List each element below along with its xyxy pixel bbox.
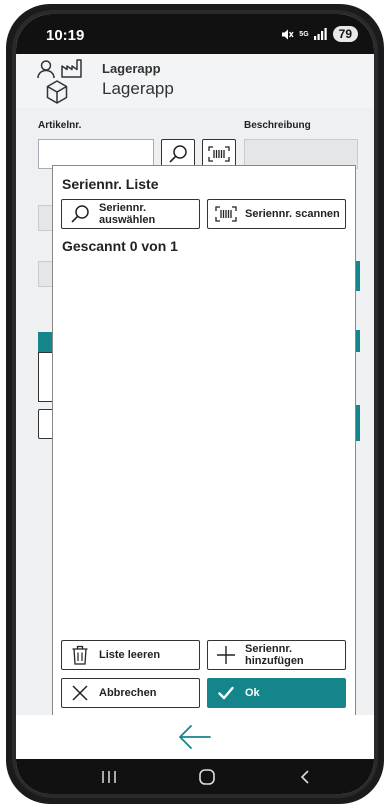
recent-apps-button[interactable] — [94, 766, 124, 788]
mute-icon — [282, 29, 294, 39]
system-back-button[interactable] — [290, 766, 320, 788]
serial-list — [61, 266, 347, 634]
app-title: Lagerapp — [102, 79, 174, 98]
app-header: Lagerapp Lagerapp — [16, 54, 374, 108]
phone-frame: 10:19 5G 79 Lagerapp Lagerapp Artikelnr.… — [6, 4, 384, 804]
add-serial-label-line1: Seriennr. — [245, 643, 293, 655]
network-type: 5G — [299, 30, 309, 38]
plus-icon — [215, 644, 237, 666]
app-title-small: Lagerapp — [102, 61, 161, 76]
select-serial-label-line2: auswählen — [99, 214, 156, 226]
battery-indicator: 79 — [332, 26, 358, 42]
ok-label: Ok — [245, 687, 260, 699]
dialog-title: Seriennr. Liste — [62, 176, 159, 192]
factory-icon[interactable] — [61, 58, 83, 78]
select-serial-label-line1: Seriennr. — [99, 202, 147, 214]
search-icon — [69, 203, 91, 225]
user-icon[interactable] — [36, 59, 56, 79]
screen: 10:19 5G 79 Lagerapp Lagerapp Artikelnr.… — [16, 14, 374, 794]
check-icon — [215, 682, 237, 704]
phone-bezel: 10:19 5G 79 Lagerapp Lagerapp Artikelnr.… — [12, 10, 378, 798]
artikel-label: Artikelnr. — [38, 120, 82, 131]
trash-icon — [69, 644, 91, 666]
add-serial-button[interactable]: Seriennr. hinzufügen — [207, 640, 346, 670]
barcode-icon — [208, 146, 230, 162]
cancel-label: Abbrechen — [99, 687, 157, 699]
search-icon — [169, 145, 187, 163]
system-nav-bar — [16, 759, 374, 794]
home-icon — [199, 769, 215, 785]
add-serial-label: Seriennr. hinzufügen — [245, 643, 304, 667]
ok-button[interactable]: Ok — [207, 678, 346, 708]
status-bar: 10:19 5G 79 — [16, 14, 374, 54]
signal-icon — [313, 28, 327, 40]
arrow-left-icon[interactable] — [178, 724, 212, 750]
clear-list-button[interactable]: Liste leeren — [61, 640, 200, 670]
package-icon[interactable] — [46, 80, 68, 104]
scan-serial-label: Seriennr. scannen — [245, 208, 340, 220]
home-button[interactable] — [192, 766, 222, 788]
select-serial-button[interactable]: Seriennr. auswählen — [61, 199, 200, 229]
status-icons: 5G 79 — [281, 26, 358, 42]
close-icon — [69, 682, 91, 704]
select-serial-label: Seriennr. auswählen — [99, 202, 155, 226]
status-time: 10:19 — [46, 27, 85, 44]
barcode-icon — [215, 203, 237, 225]
back-bar — [16, 715, 374, 759]
scan-serial-button[interactable]: Seriennr. scannen — [207, 199, 346, 229]
beschreibung-label: Beschreibung — [244, 120, 311, 131]
add-serial-label-line2: hinzufügen — [245, 655, 304, 667]
cancel-button[interactable]: Abbrechen — [61, 678, 200, 708]
serial-list-dialog: Seriennr. Liste Seriennr. auswählen Seri… — [52, 165, 356, 715]
chevron-left-icon — [300, 770, 309, 784]
clear-list-label: Liste leeren — [99, 649, 161, 661]
recent-apps-icon — [102, 771, 116, 783]
scanned-count: Gescannt 0 von 1 — [62, 238, 178, 254]
